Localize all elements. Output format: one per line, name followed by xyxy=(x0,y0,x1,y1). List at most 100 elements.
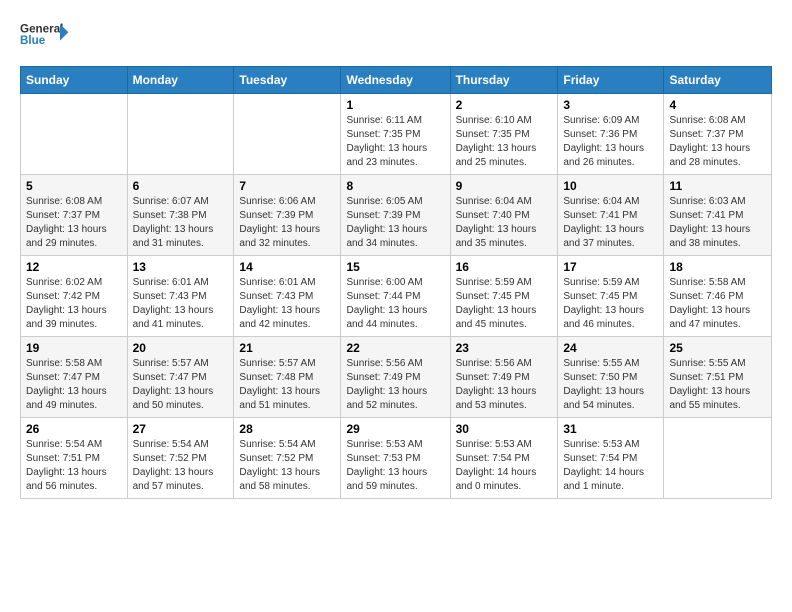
day-info: Sunrise: 6:08 AM Sunset: 7:37 PM Dayligh… xyxy=(669,114,766,170)
calendar-cell xyxy=(664,418,772,499)
calendar-table: SundayMondayTuesdayWednesdayThursdayFrid… xyxy=(20,66,772,499)
day-number: 2 xyxy=(456,98,553,112)
day-info: Sunrise: 5:58 AM Sunset: 7:47 PM Dayligh… xyxy=(26,357,122,413)
day-info: Sunrise: 5:54 AM Sunset: 7:52 PM Dayligh… xyxy=(239,438,335,494)
day-info: Sunrise: 5:56 AM Sunset: 7:49 PM Dayligh… xyxy=(456,357,553,413)
calendar-cell: 4 Sunrise: 6:08 AM Sunset: 7:37 PM Daylig… xyxy=(664,94,772,175)
day-info: Sunrise: 6:06 AM Sunset: 7:39 PM Dayligh… xyxy=(239,195,335,251)
day-info: Sunrise: 6:08 AM Sunset: 7:37 PM Dayligh… xyxy=(26,195,122,251)
day-number: 15 xyxy=(346,260,444,274)
col-header-saturday: Saturday xyxy=(664,67,772,94)
day-info: Sunrise: 5:53 AM Sunset: 7:54 PM Dayligh… xyxy=(456,438,553,494)
calendar-cell: 19 Sunrise: 5:58 AM Sunset: 7:47 PM Dayli… xyxy=(21,337,128,418)
day-info: Sunrise: 5:57 AM Sunset: 7:47 PM Dayligh… xyxy=(133,357,229,413)
day-number: 13 xyxy=(133,260,229,274)
day-info: Sunrise: 6:04 AM Sunset: 7:40 PM Dayligh… xyxy=(456,195,553,251)
col-header-friday: Friday xyxy=(558,67,664,94)
calendar-cell: 17Sunrise: 5:59 AM Sunset: 7:45 PM Dayli… xyxy=(558,256,664,337)
day-info: Sunrise: 5:54 AM Sunset: 7:52 PM Dayligh… xyxy=(133,438,229,494)
page: General Blue SundayMondayTuesdayWednesda… xyxy=(0,0,792,612)
day-info: Sunrise: 6:02 AM Sunset: 7:42 PM Dayligh… xyxy=(26,276,122,332)
day-info: Sunrise: 5:53 AM Sunset: 7:54 PM Dayligh… xyxy=(563,438,658,494)
day-info: Sunrise: 5:59 AM Sunset: 7:45 PM Dayligh… xyxy=(563,276,658,332)
header: General Blue xyxy=(20,16,772,56)
day-number: 4 xyxy=(669,98,766,112)
calendar-cell: 13Sunrise: 6:01 AM Sunset: 7:43 PM Dayli… xyxy=(127,256,234,337)
calendar-cell: 8Sunrise: 6:05 AM Sunset: 7:39 PM Daylig… xyxy=(341,175,450,256)
calendar-cell xyxy=(234,94,341,175)
calendar-cell: 20 Sunrise: 5:57 AM Sunset: 7:47 PM Dayli… xyxy=(127,337,234,418)
day-number: 6 xyxy=(133,179,229,193)
calendar-week-4: 19 Sunrise: 5:58 AM Sunset: 7:47 PM Dayli… xyxy=(21,337,772,418)
day-number: 3 xyxy=(563,98,658,112)
day-number: 11 xyxy=(669,179,766,193)
day-number: 23 xyxy=(456,341,553,355)
day-number: 26 xyxy=(26,422,122,436)
day-info: Sunrise: 6:07 AM Sunset: 7:38 PM Dayligh… xyxy=(133,195,229,251)
calendar-cell: 23 Sunrise: 5:56 AM Sunset: 7:49 PM Dayli… xyxy=(450,337,558,418)
col-header-thursday: Thursday xyxy=(450,67,558,94)
day-number: 14 xyxy=(239,260,335,274)
day-number: 1 xyxy=(346,98,444,112)
calendar-cell xyxy=(21,94,128,175)
day-info: Sunrise: 6:00 AM Sunset: 7:44 PM Dayligh… xyxy=(346,276,444,332)
calendar-cell: 25 Sunrise: 5:55 AM Sunset: 7:51 PM Dayli… xyxy=(664,337,772,418)
calendar-cell: 1 Sunrise: 6:11 AM Sunset: 7:35 PM Daylig… xyxy=(341,94,450,175)
day-info: Sunrise: 6:03 AM Sunset: 7:41 PM Dayligh… xyxy=(669,195,766,251)
day-number: 9 xyxy=(456,179,553,193)
calendar-header-row: SundayMondayTuesdayWednesdayThursdayFrid… xyxy=(21,67,772,94)
day-number: 18 xyxy=(669,260,766,274)
day-number: 31 xyxy=(563,422,658,436)
col-header-sunday: Sunday xyxy=(21,67,128,94)
day-number: 28 xyxy=(239,422,335,436)
calendar-week-2: 5Sunrise: 6:08 AM Sunset: 7:37 PM Daylig… xyxy=(21,175,772,256)
day-info: Sunrise: 5:55 AM Sunset: 7:51 PM Dayligh… xyxy=(669,357,766,413)
calendar-cell xyxy=(127,94,234,175)
day-info: Sunrise: 6:05 AM Sunset: 7:39 PM Dayligh… xyxy=(346,195,444,251)
calendar-cell: 5Sunrise: 6:08 AM Sunset: 7:37 PM Daylig… xyxy=(21,175,128,256)
calendar-cell: 30 Sunrise: 5:53 AM Sunset: 7:54 PM Dayli… xyxy=(450,418,558,499)
day-info: Sunrise: 6:01 AM Sunset: 7:43 PM Dayligh… xyxy=(239,276,335,332)
day-number: 30 xyxy=(456,422,553,436)
day-info: Sunrise: 6:11 AM Sunset: 7:35 PM Dayligh… xyxy=(346,114,444,170)
day-info: Sunrise: 6:10 AM Sunset: 7:35 PM Dayligh… xyxy=(456,114,553,170)
day-info: Sunrise: 5:54 AM Sunset: 7:51 PM Dayligh… xyxy=(26,438,122,494)
day-number: 12 xyxy=(26,260,122,274)
col-header-monday: Monday xyxy=(127,67,234,94)
calendar-cell: 31 Sunrise: 5:53 AM Sunset: 7:54 PM Dayli… xyxy=(558,418,664,499)
calendar-cell: 9 Sunrise: 6:04 AM Sunset: 7:40 PM Daylig… xyxy=(450,175,558,256)
day-number: 20 xyxy=(133,341,229,355)
calendar-cell: 21Sunrise: 5:57 AM Sunset: 7:48 PM Dayli… xyxy=(234,337,341,418)
logo: General Blue xyxy=(20,16,70,56)
col-header-tuesday: Tuesday xyxy=(234,67,341,94)
calendar-cell: 29 Sunrise: 5:53 AM Sunset: 7:53 PM Dayli… xyxy=(341,418,450,499)
calendar-cell: 15 Sunrise: 6:00 AM Sunset: 7:44 PM Dayli… xyxy=(341,256,450,337)
calendar-cell: 22 Sunrise: 5:56 AM Sunset: 7:49 PM Dayli… xyxy=(341,337,450,418)
day-info: Sunrise: 6:04 AM Sunset: 7:41 PM Dayligh… xyxy=(563,195,658,251)
logo-icon: General Blue xyxy=(20,16,70,56)
day-number: 25 xyxy=(669,341,766,355)
day-number: 24 xyxy=(563,341,658,355)
calendar-cell: 18 Sunrise: 5:58 AM Sunset: 7:46 PM Dayli… xyxy=(664,256,772,337)
calendar-cell: 26 Sunrise: 5:54 AM Sunset: 7:51 PM Dayli… xyxy=(21,418,128,499)
day-number: 22 xyxy=(346,341,444,355)
calendar-cell: 16Sunrise: 5:59 AM Sunset: 7:45 PM Dayli… xyxy=(450,256,558,337)
day-info: Sunrise: 6:09 AM Sunset: 7:36 PM Dayligh… xyxy=(563,114,658,170)
calendar-cell: 10 Sunrise: 6:04 AM Sunset: 7:41 PM Dayli… xyxy=(558,175,664,256)
calendar-cell: 12 Sunrise: 6:02 AM Sunset: 7:42 PM Dayli… xyxy=(21,256,128,337)
day-info: Sunrise: 5:58 AM Sunset: 7:46 PM Dayligh… xyxy=(669,276,766,332)
day-number: 27 xyxy=(133,422,229,436)
day-number: 29 xyxy=(346,422,444,436)
day-info: Sunrise: 5:56 AM Sunset: 7:49 PM Dayligh… xyxy=(346,357,444,413)
calendar-cell: 7Sunrise: 6:06 AM Sunset: 7:39 PM Daylig… xyxy=(234,175,341,256)
calendar-week-5: 26 Sunrise: 5:54 AM Sunset: 7:51 PM Dayli… xyxy=(21,418,772,499)
day-number: 19 xyxy=(26,341,122,355)
day-number: 10 xyxy=(563,179,658,193)
calendar-cell: 6 Sunrise: 6:07 AM Sunset: 7:38 PM Daylig… xyxy=(127,175,234,256)
day-number: 16 xyxy=(456,260,553,274)
calendar-week-1: 1 Sunrise: 6:11 AM Sunset: 7:35 PM Daylig… xyxy=(21,94,772,175)
calendar-cell: 28 Sunrise: 5:54 AM Sunset: 7:52 PM Dayli… xyxy=(234,418,341,499)
day-info: Sunrise: 5:57 AM Sunset: 7:48 PM Dayligh… xyxy=(239,357,335,413)
col-header-wednesday: Wednesday xyxy=(341,67,450,94)
day-info: Sunrise: 5:53 AM Sunset: 7:53 PM Dayligh… xyxy=(346,438,444,494)
